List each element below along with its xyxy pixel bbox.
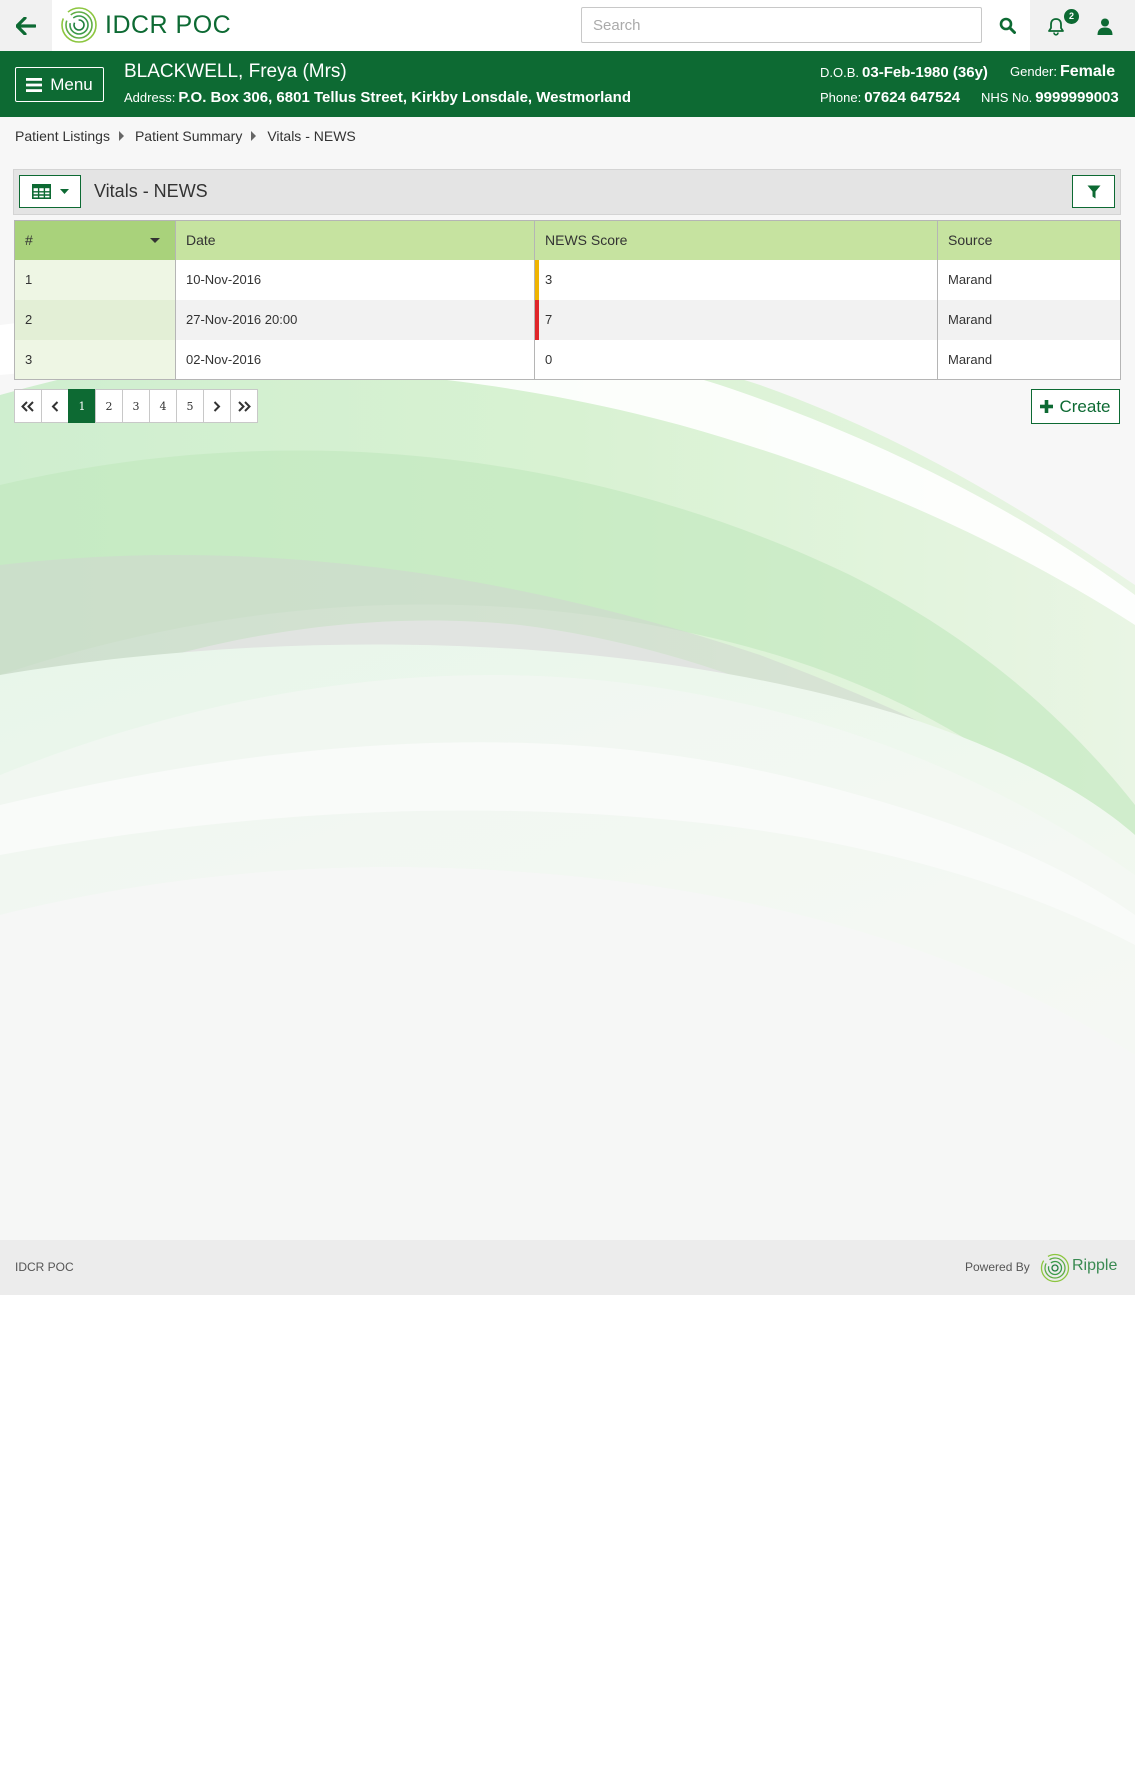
cell-index: 3 — [14, 339, 176, 380]
double-chevron-right-icon — [238, 400, 251, 412]
prev-page-button[interactable] — [41, 389, 69, 423]
app-logo — [61, 7, 97, 43]
patient-phone: Phone: 07624 647524 — [820, 89, 960, 106]
powered-by-label: Powered By — [965, 1260, 1030, 1274]
double-chevron-left-icon — [21, 400, 34, 412]
address-value: P.O. Box 306, 6801 Tellus Street, Kirkby… — [178, 89, 631, 106]
cell-news-score: 7 — [534, 299, 938, 340]
ripple-logo-icon — [1040, 1253, 1070, 1283]
column-header-index[interactable]: # — [14, 220, 176, 260]
gender-value: Female — [1059, 63, 1116, 80]
table-header-row: # Date NEWS Score Source — [14, 220, 1121, 260]
cell-date: 27-Nov-2016 20:00 — [175, 299, 535, 340]
phone-value: 07624 647524 — [864, 89, 961, 106]
search-button[interactable] — [989, 7, 1025, 43]
next-page-button[interactable] — [203, 389, 231, 423]
score-value: 7 — [545, 312, 553, 327]
cell-date: 02-Nov-2016 — [175, 339, 535, 380]
cell-date: 10-Nov-2016 — [175, 259, 535, 300]
panel-header: Vitals - NEWS — [13, 169, 1121, 215]
top-navbar: IDCR POC 2 — [0, 0, 1135, 51]
breadcrumb-patient-summary[interactable]: Patient Summary — [135, 128, 242, 144]
column-header-source[interactable]: Source — [937, 220, 1121, 260]
filter-icon — [1087, 185, 1100, 198]
table-row[interactable]: 1 10-Nov-2016 3 Marand — [14, 259, 1121, 300]
patient-address: Address: P.O. Box 306, 6801 Tellus Street… — [124, 89, 631, 106]
hamburger-icon — [26, 77, 43, 92]
page-button-4[interactable]: 4 — [149, 389, 177, 423]
search-input[interactable] — [581, 7, 982, 43]
page-button-5[interactable]: 5 — [176, 389, 204, 423]
page-button-3[interactable]: 3 — [122, 389, 150, 423]
nhs-label: NHS No. — [981, 90, 1033, 105]
score-indicator — [535, 299, 539, 340]
patient-name: BLACKWELL, Freya (Mrs) — [124, 61, 347, 82]
create-button[interactable]: Create — [1031, 389, 1120, 424]
table-icon — [31, 184, 51, 199]
bell-icon — [1048, 17, 1064, 36]
cell-index: 2 — [14, 299, 176, 340]
phone-label: Phone: — [820, 90, 862, 105]
view-toggle-button[interactable] — [19, 175, 81, 208]
caret-right-icon — [118, 131, 124, 141]
arrow-left-icon — [16, 16, 36, 35]
address-label: Address: — [124, 90, 176, 105]
first-page-button[interactable] — [14, 389, 42, 423]
gender-label: Gender: — [1010, 64, 1057, 79]
notification-area: 2 — [1030, 0, 1135, 51]
patient-banner: Menu BLACKWELL, Freya (Mrs) Address: P.O.… — [0, 51, 1135, 117]
pagination: 1 2 3 4 5 — [14, 389, 258, 423]
sort-desc-icon — [150, 238, 160, 243]
score-indicator — [535, 259, 539, 300]
cell-index: 1 — [14, 259, 176, 300]
column-header-news-score[interactable]: NEWS Score — [534, 220, 938, 260]
dob-value: 03-Feb-1980 (36y) — [862, 64, 988, 81]
app-title: IDCR POC — [105, 11, 232, 39]
filter-button[interactable] — [1072, 175, 1115, 208]
breadcrumb-current: Vitals - NEWS — [267, 128, 356, 144]
footer-app-name: IDCR POC — [15, 1260, 74, 1274]
footer: IDCR POC Powered By Ripple — [0, 1240, 1135, 1295]
notification-badge: 2 — [1064, 9, 1079, 24]
cell-source: Marand — [937, 299, 1121, 340]
nhs-value: 9999999003 — [1035, 89, 1119, 106]
patient-dob: D.O.B. 03-Feb-1980 (36y) — [820, 64, 988, 81]
page-button-1[interactable]: 1 — [68, 389, 96, 423]
search-icon — [999, 17, 1016, 34]
menu-label: Menu — [50, 74, 93, 94]
table-row[interactable]: 2 27-Nov-2016 20:00 7 Marand — [14, 299, 1121, 340]
chevron-left-icon — [51, 400, 59, 412]
news-table: # Date NEWS Score Source 1 10-Nov-2016 3… — [14, 220, 1121, 380]
panel-title: Vitals - NEWS — [94, 181, 208, 201]
breadcrumb-patient-listings[interactable]: Patient Listings — [15, 128, 110, 144]
cell-news-score: 3 — [534, 259, 938, 300]
back-button[interactable] — [0, 0, 52, 51]
plus-icon — [1040, 400, 1054, 413]
cell-source: Marand — [937, 259, 1121, 300]
cell-news-score: 0 — [534, 339, 938, 380]
create-label: Create — [1059, 396, 1111, 416]
ripple-brand: Ripple — [1072, 1257, 1118, 1274]
menu-button[interactable]: Menu — [15, 67, 104, 102]
caret-down-icon — [59, 189, 69, 194]
breadcrumb: Patient Listings Patient Summary Vitals … — [0, 117, 1135, 155]
user-menu-button[interactable] — [1085, 8, 1125, 44]
table-row[interactable]: 3 02-Nov-2016 0 Marand — [14, 339, 1121, 380]
user-icon — [1097, 18, 1113, 35]
main-content: Vitals - NEWS # Date NEWS Score Source 1… — [0, 155, 1135, 1240]
score-value: 0 — [545, 351, 553, 367]
chevron-right-icon — [213, 400, 221, 412]
last-page-button[interactable] — [230, 389, 258, 423]
patient-nhs-number: NHS No. 9999999003 — [981, 89, 1119, 106]
caret-right-icon — [251, 131, 257, 141]
dob-label: D.O.B. — [820, 65, 860, 80]
column-header-label: # — [25, 232, 33, 249]
column-header-date[interactable]: Date — [175, 220, 535, 260]
score-value: 3 — [545, 272, 553, 287]
page-button-2[interactable]: 2 — [95, 389, 123, 423]
patient-gender: Gender: Female — [1010, 63, 1115, 81]
cell-source: Marand — [937, 339, 1121, 380]
